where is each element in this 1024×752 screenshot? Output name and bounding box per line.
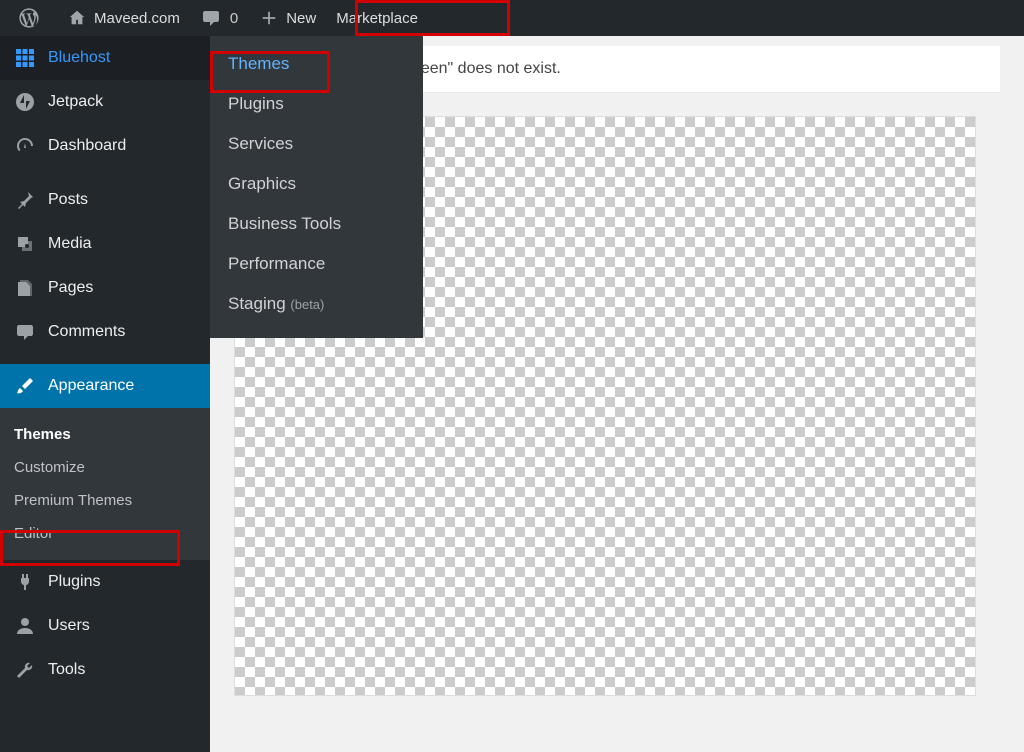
- flyout-item-graphics[interactable]: Graphics: [210, 164, 423, 204]
- sidebar-item-bluehost[interactable]: Bluehost: [0, 36, 210, 80]
- sub-item-customize[interactable]: Customize: [0, 451, 210, 484]
- flyout-item-plugins[interactable]: Plugins: [210, 84, 423, 124]
- pin-icon: [14, 189, 36, 211]
- sidebar-item-plugins[interactable]: Plugins: [0, 560, 210, 604]
- flyout-staging-beta: (beta): [290, 297, 324, 312]
- flyout-item-business-tools[interactable]: Business Tools: [210, 204, 423, 244]
- sub-item-premium-themes[interactable]: Premium Themes: [0, 484, 210, 517]
- wrench-icon: [14, 659, 36, 681]
- flyout-staging-label: Staging: [228, 294, 286, 313]
- sidebar-item-posts[interactable]: Posts: [0, 178, 210, 222]
- sidebar-item-users[interactable]: Users: [0, 604, 210, 648]
- sidebar-label: Pages: [48, 279, 93, 297]
- new-label: New: [286, 10, 316, 27]
- comments-link[interactable]: 0: [190, 0, 248, 36]
- sidebar-label: Plugins: [48, 573, 100, 591]
- new-content[interactable]: New: [248, 0, 326, 36]
- sidebar-label: Comments: [48, 323, 125, 341]
- sub-item-themes[interactable]: Themes: [0, 418, 210, 451]
- wordpress-icon: [18, 7, 40, 29]
- admin-sidebar: Bluehost Jetpack Dashboard Posts Media: [0, 36, 210, 752]
- sidebar-label: Bluehost: [48, 49, 110, 67]
- brush-icon: [14, 375, 36, 397]
- jetpack-icon: [14, 91, 36, 113]
- sidebar-item-tools[interactable]: Tools: [0, 648, 210, 692]
- media-icon: [14, 233, 36, 255]
- flyout-item-performance[interactable]: Performance: [210, 244, 423, 284]
- sidebar-label: Media: [48, 235, 92, 253]
- comment-icon: [200, 7, 222, 29]
- sidebar-label: Dashboard: [48, 137, 126, 155]
- home-icon: [66, 7, 88, 29]
- appearance-submenu: Themes Customize Premium Themes Editor: [0, 408, 210, 560]
- marketplace-label: Marketplace: [336, 10, 418, 27]
- admin-bar: Maveed.com 0 New Marketplace: [0, 0, 1024, 36]
- comment-icon: [14, 321, 36, 343]
- flyout-item-staging[interactable]: Staging (beta): [210, 284, 423, 324]
- sidebar-item-jetpack[interactable]: Jetpack: [0, 80, 210, 124]
- plus-icon: [258, 7, 280, 29]
- bluehost-flyout: Themes Plugins Services Graphics Busines…: [210, 36, 423, 338]
- site-home[interactable]: Maveed.com: [56, 0, 190, 36]
- gauge-icon: [14, 135, 36, 157]
- comments-count: 0: [230, 10, 238, 27]
- sidebar-item-comments[interactable]: Comments: [0, 310, 210, 354]
- sidebar-item-pages[interactable]: Pages: [0, 266, 210, 310]
- grid-icon: [14, 47, 36, 69]
- sidebar-label: Users: [48, 617, 90, 635]
- sidebar-item-appearance[interactable]: Appearance: [0, 364, 210, 408]
- pages-icon: [14, 277, 36, 299]
- sidebar-label: Appearance: [48, 377, 134, 395]
- sidebar-label: Tools: [48, 661, 85, 679]
- sidebar-label: Jetpack: [48, 93, 103, 111]
- marketplace-link[interactable]: Marketplace: [326, 0, 428, 36]
- plug-icon: [14, 571, 36, 593]
- wp-logo[interactable]: [8, 0, 56, 36]
- site-name: Maveed.com: [94, 10, 180, 27]
- sub-item-editor[interactable]: Editor: [0, 517, 210, 550]
- flyout-item-themes[interactable]: Themes: [210, 44, 423, 84]
- user-icon: [14, 615, 36, 637]
- sidebar-item-dashboard[interactable]: Dashboard: [0, 124, 210, 168]
- flyout-item-services[interactable]: Services: [210, 124, 423, 164]
- sidebar-item-media[interactable]: Media: [0, 222, 210, 266]
- sidebar-label: Posts: [48, 191, 88, 209]
